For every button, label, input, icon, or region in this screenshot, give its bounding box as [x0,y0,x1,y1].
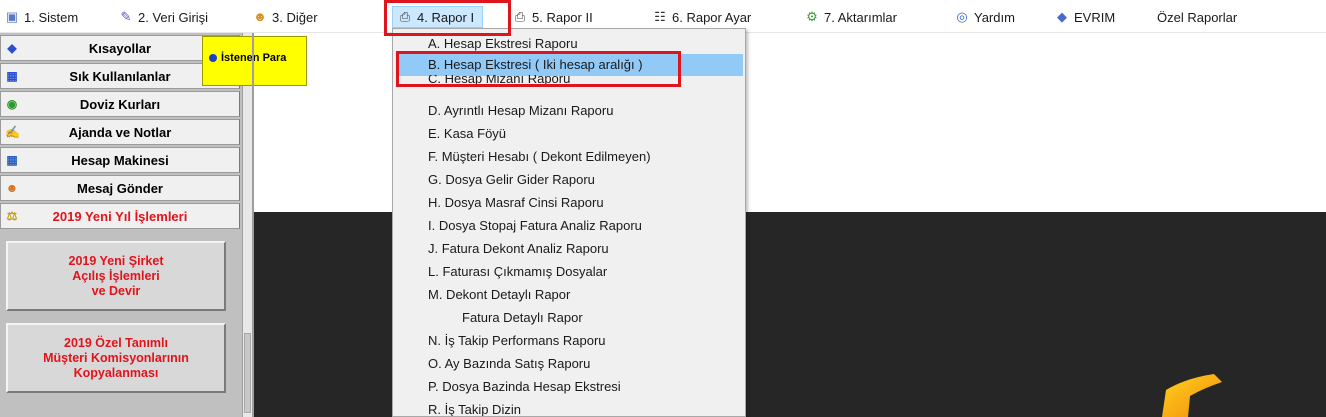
menu-evrim[interactable]: ◆ EVRIM [1054,6,1115,28]
button-line: ve Devir [91,283,141,298]
menu-item-masraf-cinsi[interactable]: H. Dosya Masraf Cinsi Raporu [396,192,743,214]
button-text: 2019 Özel Tanımlı Müşteri Komisyonlarını… [43,336,189,381]
button-text: 2019 Yeni Şirket Açılış İşlemleri ve Dev… [69,254,164,299]
menu-item-fatura-dekont[interactable]: J. Fatura Dekont Analiz Raporu [396,238,743,260]
keyboard-icon: ☷ [654,9,666,24]
menu-rapor-ayar[interactable]: ☷ 6. Rapor Ayar [652,6,751,28]
shortcut-label: Doviz Kurları [79,96,161,112]
shortcut-panel: ◆ Kısayollar ▦ Sık Kullanılanlar ◉ Doviz… [0,33,252,417]
menu-ozel-raporlar-label: Özel Raporlar [1157,9,1238,25]
printer-icon: ⎙ [399,9,411,24]
button-line: Açılış İşlemleri [72,268,160,283]
calculator-icon: ▦ [6,153,18,167]
menu-item-hesap-mizani[interactable]: C. Hesap Mizanı Raporu [396,75,743,89]
diamond-icon: ◆ [7,41,17,55]
yeni-sirket-acilis-button[interactable]: 2019 Yeni Şirket Açılış İşlemleri ve Dev… [6,241,226,311]
gears-icon: ⚙ [806,9,818,24]
button-line: Kopyalanması [73,365,159,380]
pencil-icon: ✎ [120,9,132,24]
menu-item-is-takip-dizin[interactable]: R. İş Takip Dizin [396,399,743,416]
menu-item-fatura-detayli[interactable]: Fatura Detaylı Rapor [396,307,743,329]
shortcut-ajanda[interactable]: ✍ Ajanda ve Notlar [0,119,240,145]
menu-veri-girisi[interactable]: ✎ 2. Veri Girişi [118,6,209,28]
tag-icon: ◆ [1057,9,1067,24]
menu-item-ay-bazinda-satis[interactable]: O. Ay Bazında Satış Raporu [396,353,743,375]
menu-ozel-raporlar[interactable]: Özel Raporlar [1157,6,1237,28]
menu-item-dosya-bazinda-ekstre[interactable]: P. Dosya Bazinda Hesap Ekstresi [396,376,743,398]
shortcut-mesaj-gonder[interactable]: ☻ Mesaj Gönder [0,175,240,201]
shortcut-label: 2019 Yeni Yıl İşlemleri [52,208,188,224]
document-icon: ▦ [6,69,18,83]
menu-rapor-2[interactable]: ⎙ 5. Rapor II [512,6,593,28]
menu-item-faturasi-cikmamis[interactable]: L. Faturası Çıkmamış Dosyalar [396,261,743,283]
menu-item-kasa-foyu[interactable]: E. Kasa Föyü [396,123,743,145]
menu-item-ayrintili-mizan[interactable]: D. Ayrıntlı Hesap Mizanı Raporu [396,100,743,122]
shortcut-hesap-makinesi[interactable]: ▦ Hesap Makinesi [0,147,240,173]
menu-evrim-label: EVRIM [1074,9,1116,25]
menu-sistem[interactable]: ▣ 1. Sistem [4,6,78,28]
menu-item-label: C. Hesap Mizanı Raporu [428,75,571,86]
currency-icon: ◉ [6,97,18,111]
menu-diger[interactable]: ☻ 3. Diğer [252,6,318,28]
shortcut-list: ◆ Kısayollar ▦ Sık Kullanılanlar ◉ Doviz… [0,33,242,417]
bullet-icon [209,54,217,62]
menu-aktarimlar[interactable]: ⚙ 7. Aktarımlar [804,6,897,28]
notebook-icon: ✍ [5,125,20,139]
shortcut-yeni-yil[interactable]: ⚖ 2019 Yeni Yıl İşlemleri [0,203,240,229]
menu-item-is-takip-performans[interactable]: N. İş Takip Performans Raporu [396,330,743,352]
menu-sistem-label: 1. Sistem [24,9,79,25]
menu-item-gelir-gider[interactable]: G. Dosya Gelir Gider Raporu [396,169,743,191]
menu-yardim[interactable]: ◎ Yardım [954,6,1015,28]
menu-item-hesap-ekstresi-iki-hesap[interactable]: B. Hesap Ekstresi ( Iki hesap aralığı ) [396,54,743,76]
shortcut-label: Ajanda ve Notlar [68,124,172,140]
menu-rapor-1[interactable]: ⎙ 4. Rapor I [392,6,484,28]
rapor-1-dropdown: A. Hesap Ekstresi Raporu B. Hesap Ekstre… [392,28,746,417]
panel-scrollbar[interactable] [242,33,252,417]
shortcut-label: Hesap Makinesi [71,152,169,168]
menu-rapor-ayar-label: 6. Rapor Ayar [672,9,752,25]
istenen-para-tooltip[interactable]: İstenen Para [202,36,307,86]
shortcut-label: Mesaj Gönder [77,180,163,196]
menu-aktarimlar-label: 7. Aktarımlar [824,9,897,25]
help-icon: ◎ [956,9,968,24]
button-line: 2019 Yeni Şirket [68,253,164,268]
menu-item-dekont-detayli[interactable]: M. Dekont Detaylı Rapor [396,284,743,306]
menu-diger-label: 3. Diğer [272,9,318,25]
logo-shape [1162,374,1222,417]
menu-item-musteri-hesabi[interactable]: F. Müşteri Hesabı ( Dekont Edilmeyen) [396,146,743,168]
people-icon: ☻ [253,9,267,24]
printer-icon: ⎙ [514,9,526,24]
button-line: 2019 Özel Tanımlı [64,335,168,350]
menu-rapor-1-label: 4. Rapor I [417,9,475,25]
computer-icon: ▣ [5,9,19,24]
balance-icon: ⚖ [6,209,18,223]
menu-item-stopaj-fatura[interactable]: I. Dosya Stopaj Fatura Analiz Raporu [396,215,743,237]
button-line: Müşteri Komisyonlarının [43,350,189,365]
menu-item-hesap-ekstresi[interactable]: A. Hesap Ekstresi Raporu [396,33,743,55]
menu-veri-girisi-label: 2. Veri Girişi [138,9,209,25]
menu-yardim-label: Yardım [974,9,1015,25]
shortcut-doviz-kurlari[interactable]: ◉ Doviz Kurları [0,91,240,117]
users-icon: ☻ [5,181,19,195]
ozel-komisyon-kopyalama-button[interactable]: 2019 Özel Tanımlı Müşteri Komisyonlarını… [6,323,226,393]
scrollbar-thumb[interactable] [244,333,251,413]
menu-rapor-2-label: 5. Rapor II [532,9,593,25]
logo-icon [1126,372,1226,417]
